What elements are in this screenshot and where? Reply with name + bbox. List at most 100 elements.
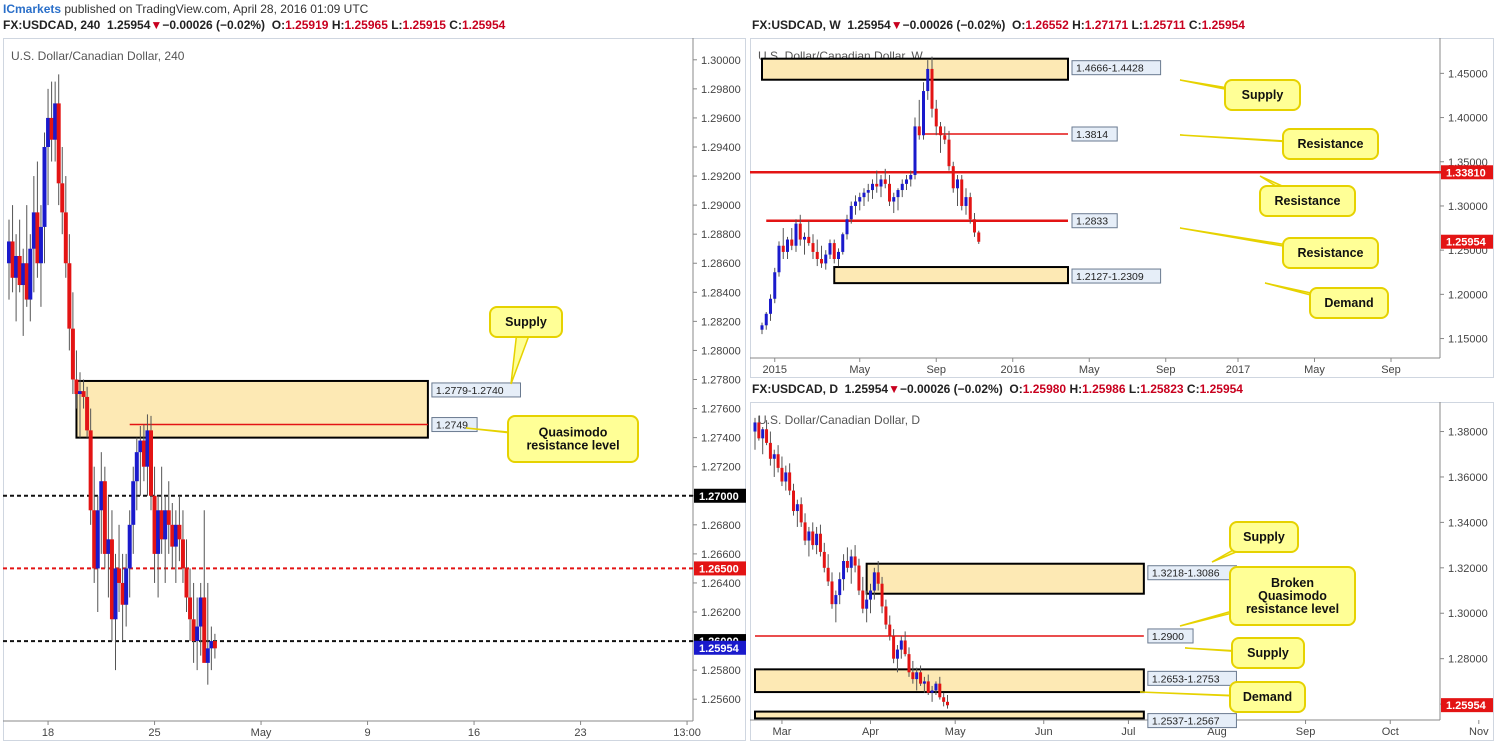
h4-symbol[interactable]: FX:USDCAD, 240 [3, 18, 100, 32]
candle-body [152, 495, 157, 554]
candle-body [134, 452, 139, 482]
x-tick-label: Sep [926, 364, 946, 376]
h4-symbol-line: FX:USDCAD, 240 1.25954▼−0.00026 (−0.02%)… [3, 18, 506, 32]
candle-body [875, 183, 879, 187]
candle-body [917, 126, 921, 136]
candle-body [198, 597, 203, 627]
candle-body [896, 190, 900, 198]
candle-body [807, 531, 811, 541]
candle-body [794, 223, 798, 246]
zone-box [833, 266, 1069, 285]
candle-body [56, 103, 61, 184]
candle-body [35, 212, 40, 264]
zone-box [754, 710, 1145, 720]
candle-body [960, 179, 964, 206]
candle-body [117, 568, 122, 583]
candle-body [942, 697, 946, 702]
zone-label-text: 1.4666-1.4428 [1076, 63, 1144, 75]
candle-body [120, 582, 125, 605]
callout-text: Supply [1243, 530, 1285, 544]
level-label-text: 1.2900 [1152, 631, 1184, 643]
candle-body [926, 68, 930, 92]
candle-body [807, 236, 811, 244]
candle-body [760, 325, 764, 330]
price-tag-text: 1.33810 [1446, 167, 1486, 179]
x-tick-label: May [1079, 364, 1100, 376]
candle-body [85, 396, 90, 431]
daily-chart[interactable]: U.S. Dollar/Canadian Dollar, D 1.38000 1.3… [750, 402, 1494, 741]
candle-body [880, 583, 884, 607]
candle-body [784, 472, 788, 482]
candle-body [892, 197, 896, 202]
candle-body [888, 624, 892, 636]
y-tick-label: 1.25800 [701, 665, 741, 677]
down-arrow-icon: ▼ [890, 18, 903, 32]
candle-body [24, 263, 29, 300]
candle-body [838, 579, 842, 596]
y-tick-label: 1.45000 [1448, 68, 1488, 80]
candle-body [788, 472, 792, 491]
level-label-text: 1.2749 [436, 420, 468, 432]
candle-body [106, 539, 111, 554]
candle-body [163, 510, 168, 540]
y-tick-label: 1.27400 [701, 433, 741, 445]
weekly-close: 1.25954 [1201, 18, 1245, 32]
daily-change: −0.00026 (−0.02%) [899, 382, 1003, 396]
candle-body [773, 272, 777, 299]
candle-body [872, 572, 876, 591]
zone-label: 1.4666-1.4428 [1071, 60, 1162, 76]
candle-body [776, 454, 780, 468]
h4-chart[interactable]: U.S. Dollar/Canadian Dollar, 240 1.30000 1… [3, 38, 746, 741]
y-tick-label: 1.36000 [1448, 472, 1488, 484]
zone-label-text: 1.2537-1.2567 [1152, 716, 1220, 728]
candle-body [861, 590, 865, 609]
down-arrow-icon: ▼ [888, 382, 900, 396]
h4-close: 1.25954 [461, 18, 506, 32]
y-tick-label: 1.29600 [701, 113, 741, 125]
x-tick-label: 16 [468, 727, 480, 739]
candle-body [934, 683, 938, 691]
h4-change: −0.00026 (−0.02%) [162, 18, 266, 32]
candle-body [849, 556, 853, 568]
candle-body [786, 239, 789, 252]
weekly-high: 1.27171 [1084, 18, 1129, 32]
candle-body [951, 166, 955, 189]
x-tick-label: Nov [1469, 726, 1489, 738]
x-tick-label: 18 [42, 727, 54, 739]
brand-link[interactable]: ICmarkets [3, 2, 61, 16]
candle-body [946, 701, 949, 706]
candle-body [81, 391, 86, 397]
candle-body [170, 524, 175, 547]
candle-body [191, 619, 196, 642]
weekly-chart[interactable]: U.S. Dollar/Canadian Dollar, W1.450001.4… [750, 38, 1494, 378]
candle-body [871, 183, 874, 191]
candle-body [764, 313, 768, 326]
callout-text: Resistance [1297, 137, 1363, 151]
candle-body [63, 212, 68, 264]
candle-body [42, 146, 47, 227]
candle-body [869, 590, 872, 600]
y-tick-label: 1.28600 [701, 258, 741, 270]
zone-label: 1.2537-1.2567 [1147, 713, 1237, 729]
candle-body [824, 254, 828, 264]
candle-body [853, 556, 857, 566]
candle-body [780, 467, 784, 482]
zone-label-text: 1.2653-1.2753 [1152, 673, 1220, 685]
chart-title: U.S. Dollar/Canadian Dollar, D [758, 413, 920, 427]
daily-symbol[interactable]: FX:USDCAD, D [752, 382, 838, 396]
candle-body [903, 640, 907, 655]
weekly-symbol[interactable]: FX:USDCAD, W [752, 18, 841, 32]
publish-info: published on TradingView.com, April 28, … [61, 2, 369, 16]
x-tick-label: Jun [1035, 726, 1053, 738]
candle-body [913, 126, 917, 176]
price-tag-text: 1.25954 [1446, 237, 1487, 249]
candle-body [145, 430, 150, 467]
candle-body [781, 245, 785, 252]
candle-body [127, 524, 132, 569]
candle-body [865, 599, 869, 609]
candle-body [892, 635, 896, 659]
h4-open: 1.25919 [285, 18, 329, 32]
daily-high: 1.25986 [1082, 382, 1126, 396]
candle-body [99, 481, 104, 511]
candle-body [156, 510, 161, 554]
